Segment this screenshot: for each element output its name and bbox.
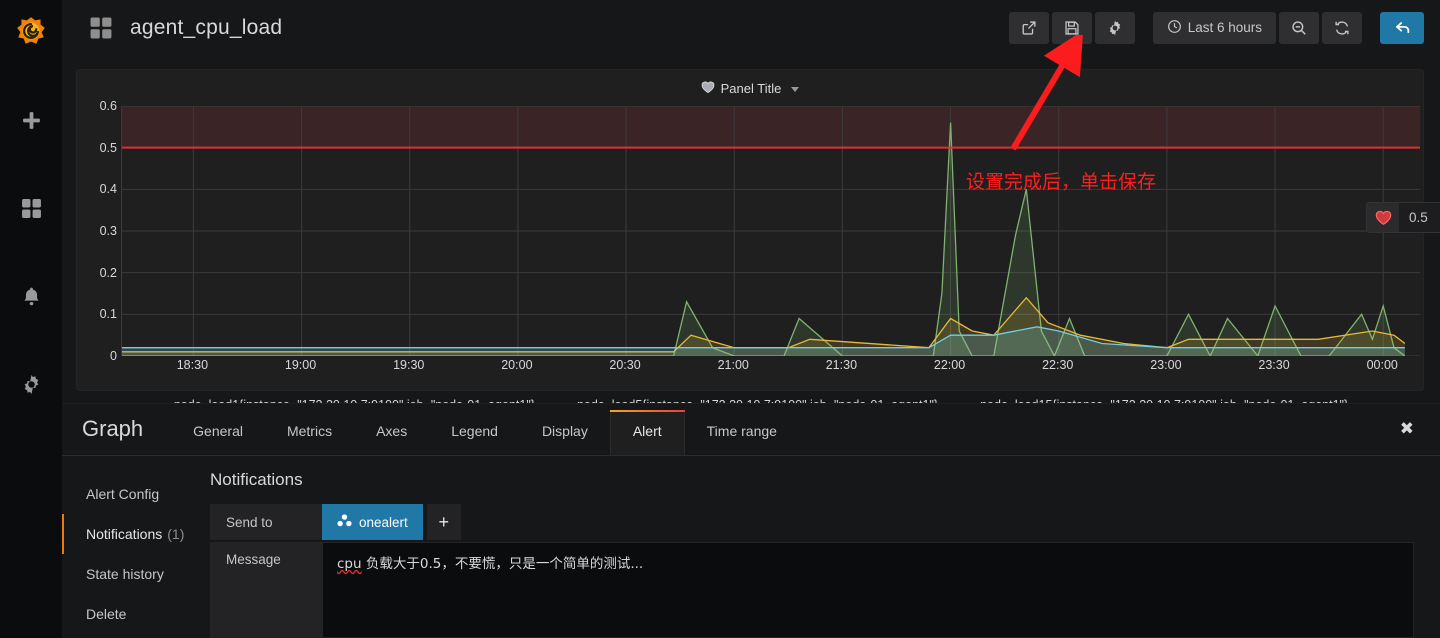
plot-area[interactable]	[121, 105, 1420, 358]
x-tick-label: 21:30	[825, 358, 858, 372]
send-to-label: Send to	[210, 504, 322, 540]
time-range-picker[interactable]: Last 6 hours	[1152, 11, 1276, 44]
notification-channel-label: onealert	[359, 514, 408, 530]
alert-menu-item-label: Alert Config	[86, 486, 160, 502]
back-button[interactable]	[1380, 11, 1424, 44]
tab-legend[interactable]: Legend	[429, 423, 520, 455]
x-tick-label: 19:30	[393, 358, 425, 372]
refresh-button[interactable]	[1322, 11, 1362, 44]
y-tick-label: 0.3	[99, 224, 117, 238]
panel-editor: Graph General Metrics Axes Legend Display Ale…	[62, 403, 1440, 638]
y-tick-label: 0.1	[99, 307, 117, 322]
add-notification-button[interactable]: +	[426, 504, 461, 540]
chevron-down-icon[interactable]	[791, 86, 800, 92]
x-tick-label: 23:00	[1150, 358, 1182, 372]
tab-axes[interactable]: Axes	[354, 423, 429, 455]
notification-channel-icon	[337, 514, 352, 530]
message-text-rest: 负载大于0.5，不要慌，只是一个简单的测试...	[361, 556, 644, 572]
y-axis: 0 0.1 0.2 0.3 0.4 0.5 0.6	[77, 99, 117, 363]
message-label: Message	[210, 542, 322, 638]
x-axis: 18:30 19:00 19:30 20:00 20:30 21:00 21:30 22:00…	[121, 358, 1419, 380]
tab-general[interactable]: General	[171, 423, 265, 455]
editor-body: Alert Config Notifications (1) State histor…	[62, 456, 1440, 638]
send-to-row: Send to onealert +	[210, 504, 1414, 540]
notifications-section: Notifications Send to onealert + Message…	[210, 456, 1440, 638]
time-controls-group: Last 6 hours	[1152, 11, 1362, 44]
sidebar-item-alerting[interactable]	[0, 274, 62, 318]
y-tick-label: 0.5	[99, 140, 117, 155]
sidebar	[0, 0, 62, 638]
heart-alert-icon	[701, 80, 715, 97]
notification-channel-tag[interactable]: onealert	[322, 504, 423, 540]
alert-menu-item-alert-config[interactable]: Alert Config	[62, 474, 210, 514]
alert-menu-item-label: State history	[86, 566, 164, 582]
editor-title: Graph	[82, 416, 144, 441]
tab-metrics[interactable]: Metrics	[265, 423, 354, 455]
tab-alert[interactable]: Alert	[609, 410, 685, 455]
tab-time-range[interactable]: Time range	[685, 423, 799, 455]
alert-menu-item-delete[interactable]: Delete	[62, 594, 210, 634]
series-line-0	[122, 122, 1406, 358]
page-title: agent_cpu_load	[130, 15, 283, 39]
threshold-region	[122, 106, 1420, 148]
close-icon[interactable]: ✖	[1400, 419, 1440, 455]
threshold-value-input[interactable]: 0.5	[1399, 203, 1440, 232]
y-tick-label: 0.6	[99, 99, 117, 113]
x-tick-label: 22:00	[933, 358, 966, 372]
alert-threshold-handle[interactable]: 0.5	[1366, 202, 1440, 233]
notifications-heading: Notifications	[210, 470, 303, 489]
x-tick-label: 21:00	[717, 358, 749, 372]
x-tick-label: 22:30	[1042, 358, 1074, 372]
message-textarea[interactable]: cpu 负载大于0.5，不要慌，只是一个简单的测试...	[322, 542, 1414, 638]
alert-menu-item-label: Notifications	[86, 526, 163, 542]
alert-side-menu: Alert Config Notifications (1) State histor…	[62, 456, 210, 638]
message-row: Message cpu 负载大于0.5，不要慌，只是一个简单的测试...	[210, 542, 1414, 638]
y-tick-label: 0	[110, 349, 117, 363]
x-tick-label: 00:00	[1366, 358, 1398, 372]
zoom-out-button[interactable]	[1279, 11, 1319, 44]
time-range-label: Last 6 hours	[1187, 20, 1262, 35]
dashboard-grid-icon	[90, 17, 112, 39]
message-text-spellchecked: cpu	[337, 556, 362, 572]
sidebar-item-dashboards[interactable]	[0, 186, 62, 230]
x-tick-label: 20:30	[609, 358, 641, 372]
alert-menu-item-notifications[interactable]: Notifications (1)	[62, 514, 210, 554]
panel-title: Panel Title	[720, 80, 782, 96]
y-tick-label: 0.4	[99, 182, 117, 197]
series-area-0	[122, 122, 1405, 356]
y-tick-label: 0.2	[99, 265, 117, 280]
alert-menu-item-label: Delete	[86, 606, 127, 622]
top-toolbar: agent_cpu_load Last 6 hours	[62, 0, 1440, 55]
alert-menu-item-count: (1)	[167, 526, 185, 542]
graph-panel: Panel Title 0 0.1 0.2 0.3 0.4 0.5 0.6 18:30 19:…	[76, 69, 1440, 412]
navigation-group	[1380, 11, 1424, 44]
annotation-arrow-icon	[1010, 35, 1084, 151]
x-tick-label: 18:30	[176, 358, 209, 372]
x-tick-label: 19:00	[284, 358, 317, 372]
chart-canvas	[122, 105, 1420, 358]
heart-icon	[1367, 203, 1399, 232]
editor-tabs: General Metrics Axes Legend Display Alert Time…	[171, 410, 799, 455]
alert-menu-item-state-history[interactable]: State history	[62, 554, 210, 594]
x-tick-label: 20:00	[501, 358, 533, 372]
tab-display[interactable]: Display	[520, 423, 610, 455]
panel-header[interactable]: Panel Title	[77, 70, 1423, 100]
sidebar-item-configuration[interactable]	[0, 362, 62, 406]
clock-icon	[1167, 19, 1182, 37]
x-tick-label: 23:30	[1258, 358, 1290, 372]
annotation-text: 设置完成后，单击保存	[966, 171, 1157, 193]
sidebar-item-create[interactable]	[0, 98, 62, 142]
editor-tabbar: Graph General Metrics Axes Legend Display Ale…	[62, 404, 1440, 456]
plot-wrapper: 0 0.1 0.2 0.3 0.4 0.5 0.6 18:30 19:00 19:30 20:00…	[77, 99, 1425, 412]
grafana-logo-icon[interactable]	[10, 10, 52, 52]
